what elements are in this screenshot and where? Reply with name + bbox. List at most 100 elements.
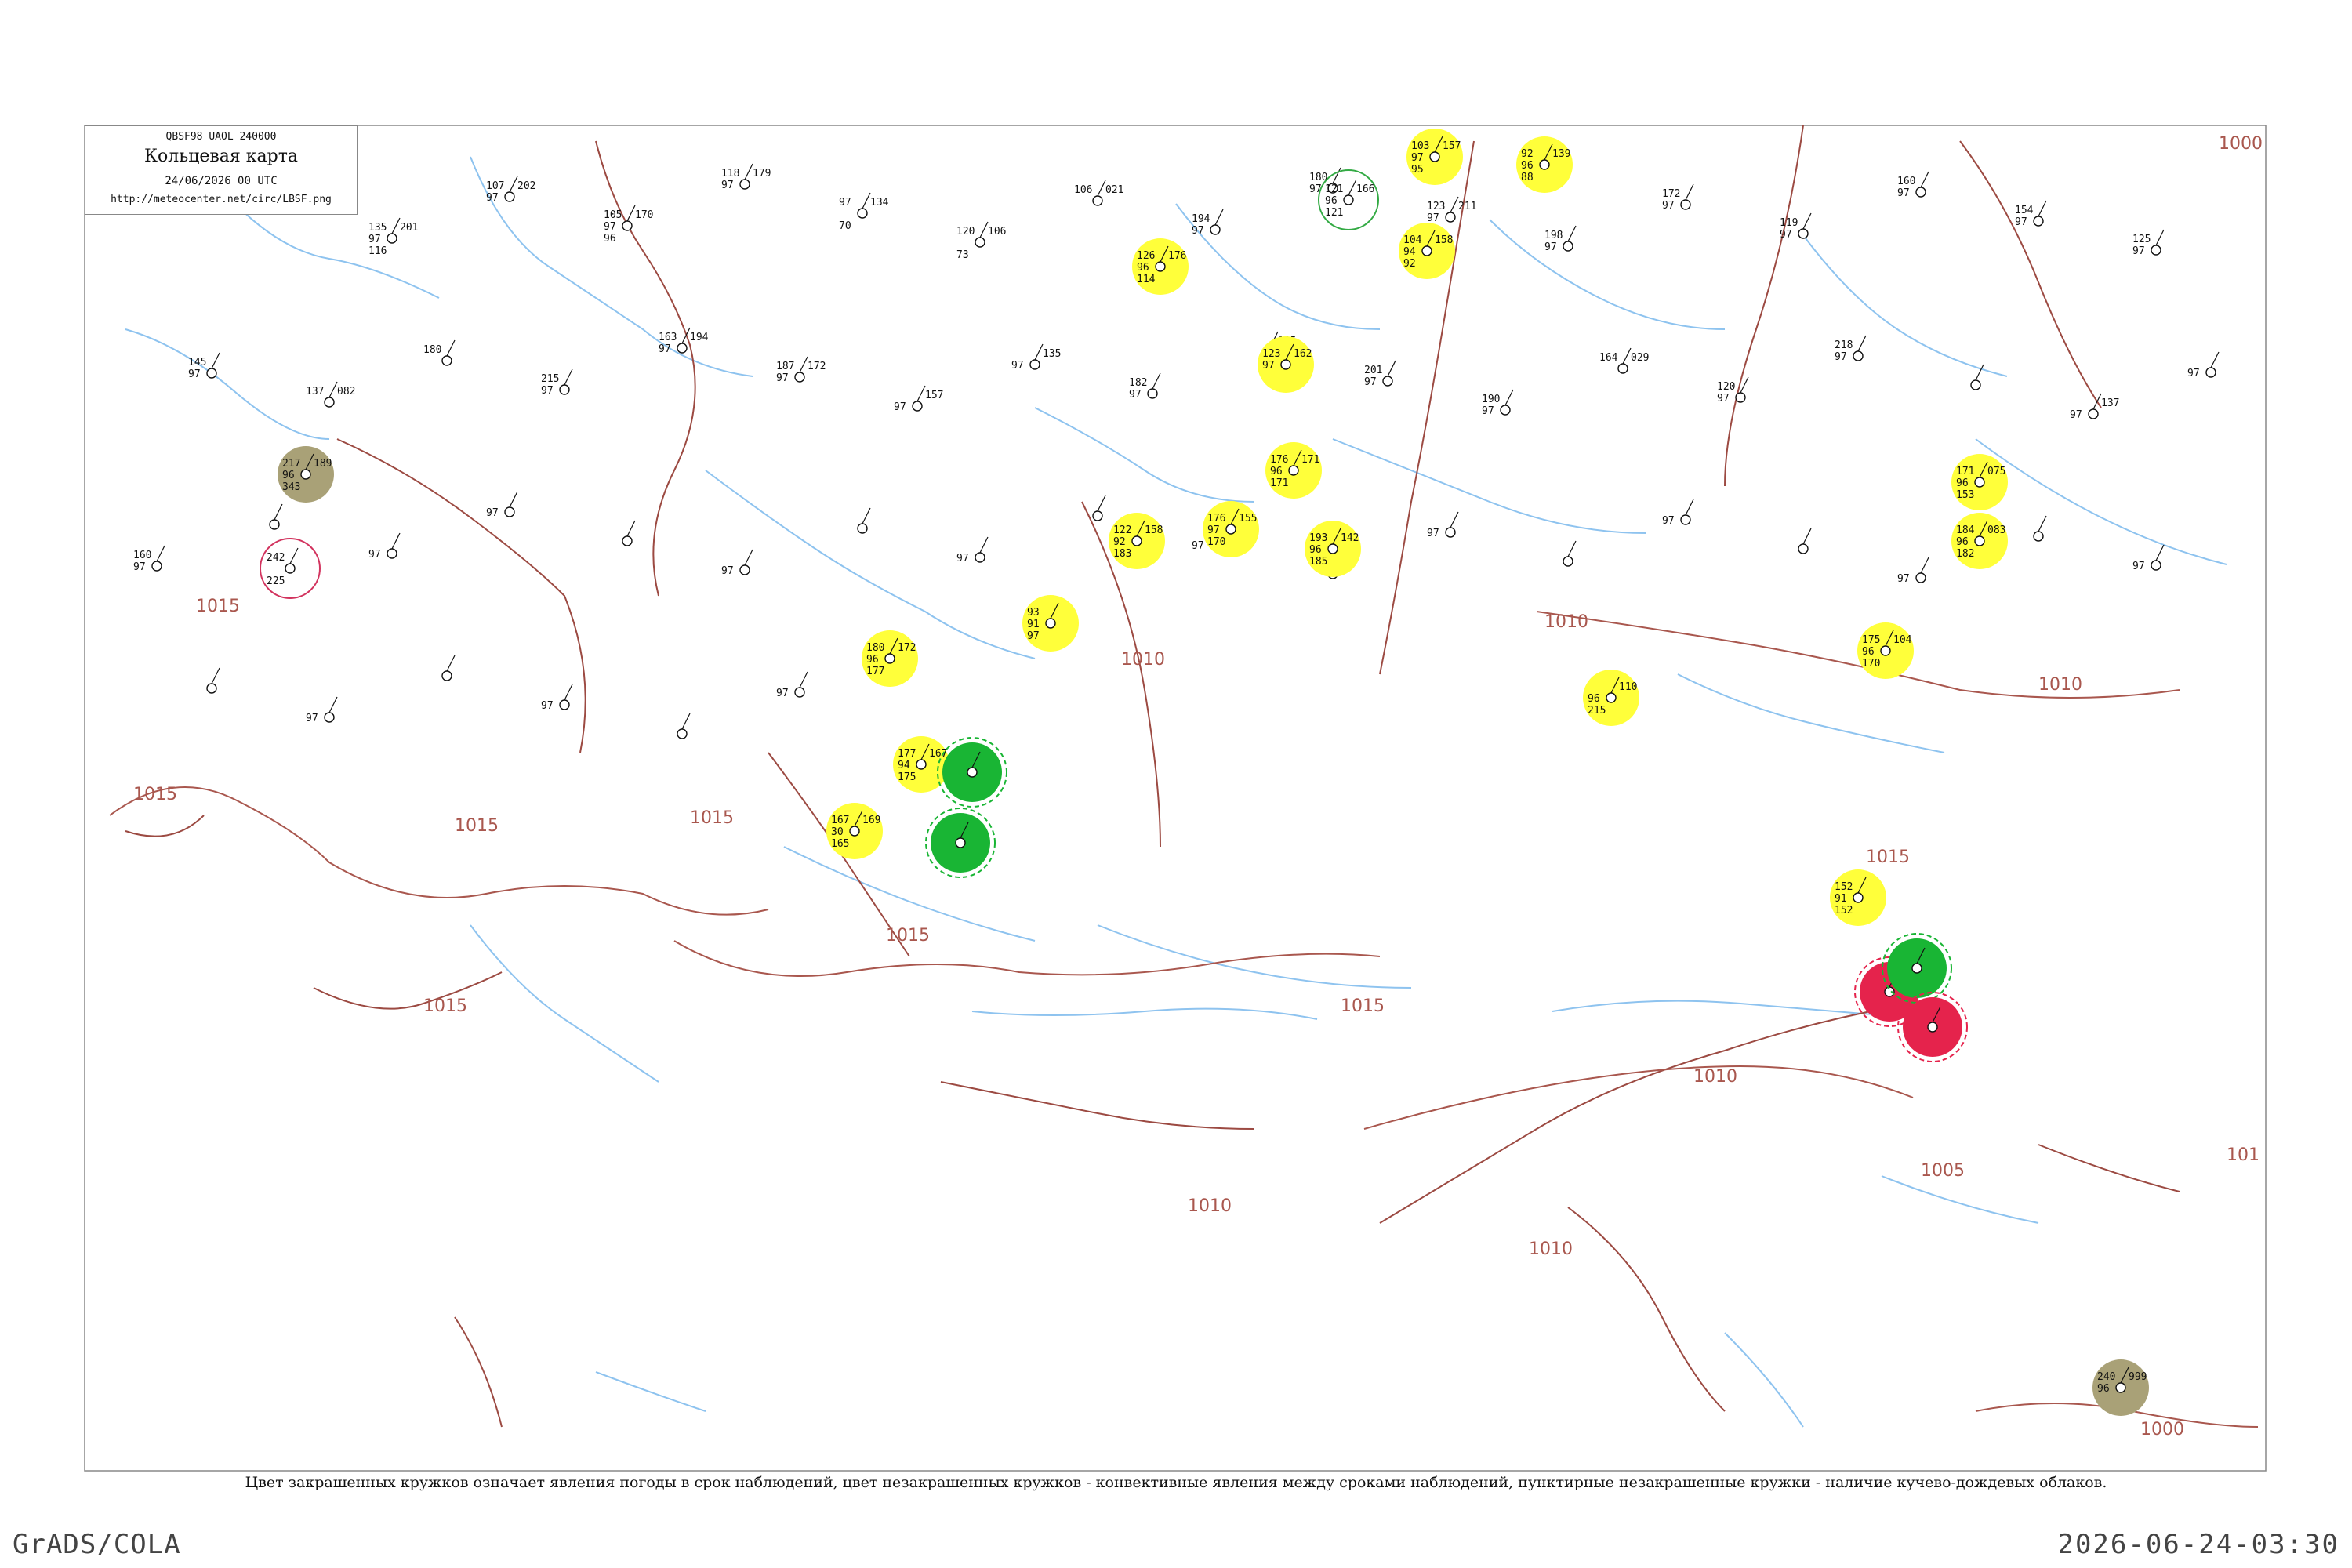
map-frame bbox=[84, 125, 2267, 1472]
station-dewpoint: 215 bbox=[1588, 705, 1606, 717]
wind-barb bbox=[446, 655, 456, 672]
wind-barb bbox=[744, 549, 753, 566]
station-pressure: 142 bbox=[1341, 532, 1359, 544]
station-circle bbox=[324, 397, 335, 408]
station-circle bbox=[1343, 194, 1354, 205]
wind-barb bbox=[979, 536, 989, 554]
station-circle bbox=[559, 699, 570, 710]
station-visibility: 96 bbox=[1956, 477, 1969, 489]
station-temperature: 107 bbox=[486, 180, 504, 192]
station-dewpoint: 88 bbox=[1521, 172, 1534, 183]
station-pressure: 104 bbox=[1893, 634, 1912, 646]
station-circle bbox=[324, 712, 335, 723]
station-dewpoint: 182 bbox=[1956, 548, 1974, 560]
station-visibility: 97 bbox=[1262, 360, 1275, 372]
station-circle bbox=[857, 208, 868, 219]
station-circle bbox=[1915, 187, 1926, 198]
station-plot bbox=[677, 713, 691, 739]
station-pressure: 155 bbox=[1239, 513, 1257, 524]
isobar-label: 1015 bbox=[196, 597, 240, 616]
station-temperature: 103 bbox=[1411, 140, 1429, 152]
station-circle bbox=[504, 191, 515, 202]
wind-barb bbox=[328, 696, 338, 713]
highlighted-station-yellow: 122 158 92183 bbox=[1109, 513, 1165, 569]
station-plot: 97 bbox=[1897, 557, 1929, 585]
station-visibility: 97 bbox=[721, 180, 734, 191]
station-plot bbox=[1798, 528, 1812, 554]
station-circle bbox=[1155, 261, 1166, 272]
wind-barb bbox=[564, 684, 573, 701]
wind-barb bbox=[289, 547, 299, 564]
station-pressure: 202 bbox=[517, 180, 535, 192]
station-circle bbox=[1880, 645, 1891, 656]
station-temperature: 126 bbox=[1137, 250, 1155, 262]
station-visibility: 97 bbox=[776, 688, 789, 699]
highlighted-station-red bbox=[1897, 992, 1968, 1062]
station-visibility: 97 bbox=[2015, 216, 2027, 228]
station-circle bbox=[677, 343, 688, 354]
station-circle bbox=[1915, 572, 1926, 583]
station-circle bbox=[300, 469, 311, 480]
station-visibility: 97 bbox=[1897, 187, 1910, 199]
wind-barb bbox=[1685, 499, 1694, 516]
wind-barb bbox=[1920, 171, 1929, 188]
station-circle bbox=[1853, 350, 1864, 361]
station-temperature: 164 bbox=[1599, 352, 1618, 364]
isobar-label: 1010 bbox=[1188, 1196, 1232, 1216]
station-visibility: 97 bbox=[1780, 229, 1792, 241]
station-plot: 97 bbox=[776, 671, 808, 699]
station-dewpoint: 95 bbox=[1411, 164, 1424, 176]
station-circle bbox=[622, 535, 633, 546]
station-visibility: 97 bbox=[1662, 515, 1675, 527]
isobar-label: 1015 bbox=[133, 785, 177, 804]
station-temperature: 123 bbox=[1262, 348, 1280, 360]
station-circle bbox=[2151, 245, 2161, 256]
wind-barb bbox=[1920, 557, 1929, 574]
station-circle bbox=[1617, 363, 1628, 374]
station-plot: 97 bbox=[1662, 499, 1694, 527]
wind-barb bbox=[1034, 343, 1044, 361]
station-temperature: 215 bbox=[541, 373, 559, 385]
station-pressure: 162 bbox=[1294, 348, 1312, 360]
wind-barb bbox=[391, 217, 401, 234]
station-circle bbox=[975, 237, 985, 248]
station-visibility: 97 bbox=[776, 372, 789, 384]
station-dewpoint: 183 bbox=[1113, 548, 1131, 560]
wind-barb bbox=[1802, 528, 1812, 545]
station-dewpoint: 177 bbox=[866, 666, 884, 677]
station-plot: 97 bbox=[368, 532, 401, 561]
station-pressure: 075 bbox=[1987, 466, 2005, 477]
station-plot: 14597 bbox=[188, 352, 220, 380]
highlighted-station-yellow: 15291152 bbox=[1830, 869, 1886, 926]
station-plot: 164 029 bbox=[1599, 347, 1649, 374]
wind-barb bbox=[862, 192, 871, 209]
station-dewpoint: 116 bbox=[368, 245, 387, 257]
station-plot: 97 bbox=[956, 536, 989, 564]
station-plot: 97 134 70 bbox=[839, 192, 889, 232]
map-url[interactable]: http://meteocenter.net/circ/LBSF.png bbox=[85, 194, 357, 205]
station-temperature: 145 bbox=[188, 357, 206, 368]
station-plot bbox=[441, 655, 456, 681]
station-circle bbox=[1429, 151, 1440, 162]
station-dewpoint: 170 bbox=[1207, 536, 1225, 548]
station-dewpoint: 175 bbox=[898, 771, 916, 783]
station-pressure: 137 bbox=[2101, 397, 2119, 409]
station-circle bbox=[1853, 892, 1864, 903]
station-visibility: 96 bbox=[2097, 1383, 2110, 1395]
wind-barb bbox=[1450, 196, 1459, 213]
wind-barb bbox=[156, 545, 165, 562]
station-visibility: 96 bbox=[1862, 646, 1875, 658]
station-circle bbox=[1974, 535, 1985, 546]
station-circle bbox=[2205, 367, 2216, 378]
station-circle bbox=[1798, 228, 1809, 239]
station-temperature: 160 bbox=[1897, 176, 1915, 187]
station-circle bbox=[794, 372, 805, 383]
station-circle bbox=[794, 687, 805, 698]
isobar-label: 1010 bbox=[1529, 1240, 1573, 1259]
highlighted-station-yellow: 175 104 96170 bbox=[1857, 622, 1914, 679]
station-visibility: 97 bbox=[368, 549, 381, 561]
station-circle bbox=[269, 519, 280, 530]
station-circle bbox=[955, 837, 966, 848]
wind-barb bbox=[626, 520, 636, 537]
station-pressure: 999 bbox=[2129, 1371, 2147, 1383]
